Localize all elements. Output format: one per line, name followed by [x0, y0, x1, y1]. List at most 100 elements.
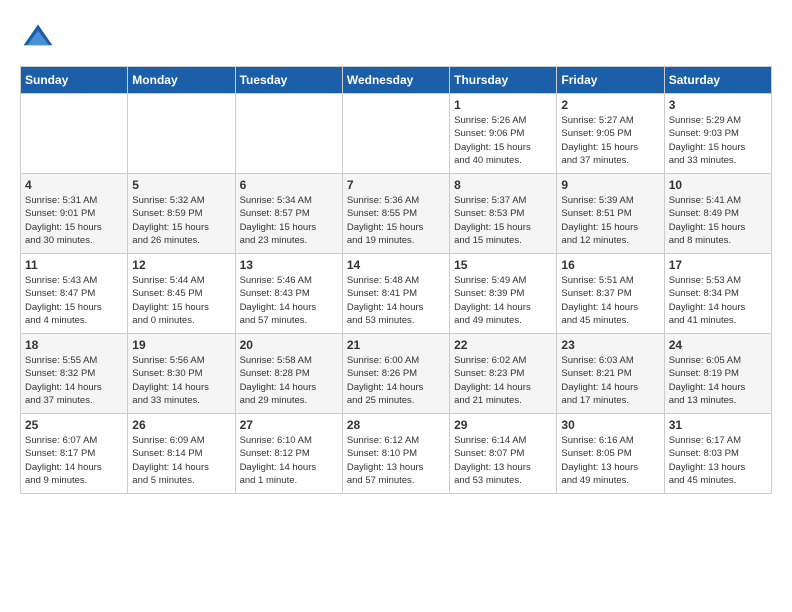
day-number: 6 — [240, 178, 338, 192]
day-info: Sunrise: 5:43 AMSunset: 8:47 PMDaylight:… — [25, 274, 123, 327]
day-number: 24 — [669, 338, 767, 352]
day-number: 12 — [132, 258, 230, 272]
calendar-cell: 15 Sunrise: 5:49 AMSunset: 8:39 PMDayligh… — [450, 254, 557, 334]
day-info: Sunrise: 5:48 AMSunset: 8:41 PMDaylight:… — [347, 274, 445, 327]
day-info: Sunrise: 5:56 AMSunset: 8:30 PMDaylight:… — [132, 354, 230, 407]
calendar-cell — [21, 94, 128, 174]
day-number: 16 — [561, 258, 659, 272]
calendar-cell: 5 Sunrise: 5:32 AMSunset: 8:59 PMDaylight… — [128, 174, 235, 254]
day-info: Sunrise: 5:58 AMSunset: 8:28 PMDaylight:… — [240, 354, 338, 407]
day-info: Sunrise: 6:16 AMSunset: 8:05 PMDaylight:… — [561, 434, 659, 487]
day-number: 21 — [347, 338, 445, 352]
calendar-cell: 29 Sunrise: 6:14 AMSunset: 8:07 PMDayligh… — [450, 414, 557, 494]
day-number: 30 — [561, 418, 659, 432]
calendar-header-row: SundayMondayTuesdayWednesdayThursdayFrid… — [21, 67, 772, 94]
calendar-cell: 28Sunrise: 6:12 AMSunset: 8:10 PMDayligh… — [342, 414, 449, 494]
calendar-cell: 24 Sunrise: 6:05 AMSunset: 8:19 PMDayligh… — [664, 334, 771, 414]
day-number: 8 — [454, 178, 552, 192]
day-number: 5 — [132, 178, 230, 192]
header-thursday: Thursday — [450, 67, 557, 94]
header-sunday: Sunday — [21, 67, 128, 94]
calendar-cell: 2 Sunrise: 5:27 AMSunset: 9:05 PMDaylight… — [557, 94, 664, 174]
day-info: Sunrise: 6:03 AMSunset: 8:21 PMDaylight:… — [561, 354, 659, 407]
day-number: 20 — [240, 338, 338, 352]
day-info: Sunrise: 6:00 AMSunset: 8:26 PMDaylight:… — [347, 354, 445, 407]
day-info: Sunrise: 5:34 AMSunset: 8:57 PMDaylight:… — [240, 194, 338, 247]
day-info: Sunrise: 6:10 AMSunset: 8:12 PMDaylight:… — [240, 434, 338, 487]
day-number: 7 — [347, 178, 445, 192]
calendar-cell: 22 Sunrise: 6:02 AMSunset: 8:23 PMDayligh… — [450, 334, 557, 414]
day-number: 18 — [25, 338, 123, 352]
calendar-cell — [235, 94, 342, 174]
calendar-cell: 16 Sunrise: 5:51 AMSunset: 8:37 PMDayligh… — [557, 254, 664, 334]
calendar-cell: 13Sunrise: 5:46 AMSunset: 8:43 PMDayligh… — [235, 254, 342, 334]
day-info: Sunrise: 5:27 AMSunset: 9:05 PMDaylight:… — [561, 114, 659, 167]
header-tuesday: Tuesday — [235, 67, 342, 94]
calendar-cell: 14 Sunrise: 5:48 AMSunset: 8:41 PMDayligh… — [342, 254, 449, 334]
day-info: Sunrise: 5:36 AMSunset: 8:55 PMDaylight:… — [347, 194, 445, 247]
page-header — [20, 20, 772, 56]
calendar-table: SundayMondayTuesdayWednesdayThursdayFrid… — [20, 66, 772, 494]
calendar-cell: 18 Sunrise: 5:55 AMSunset: 8:32 PMDayligh… — [21, 334, 128, 414]
day-number: 22 — [454, 338, 552, 352]
day-info: Sunrise: 5:44 AMSunset: 8:45 PMDaylight:… — [132, 274, 230, 327]
day-info: Sunrise: 5:51 AMSunset: 8:37 PMDaylight:… — [561, 274, 659, 327]
logo-icon — [20, 20, 56, 56]
calendar-cell: 1 Sunrise: 5:26 AMSunset: 9:06 PMDaylight… — [450, 94, 557, 174]
day-number: 1 — [454, 98, 552, 112]
day-number: 11 — [25, 258, 123, 272]
day-info: Sunrise: 6:17 AMSunset: 8:03 PMDaylight:… — [669, 434, 767, 487]
day-info: Sunrise: 5:46 AMSunset: 8:43 PMDaylight:… — [240, 274, 338, 327]
day-info: Sunrise: 5:26 AMSunset: 9:06 PMDaylight:… — [454, 114, 552, 167]
calendar-week-1: 1 Sunrise: 5:26 AMSunset: 9:06 PMDaylight… — [21, 94, 772, 174]
day-info: Sunrise: 6:09 AMSunset: 8:14 PMDaylight:… — [132, 434, 230, 487]
day-number: 27 — [240, 418, 338, 432]
day-info: Sunrise: 5:55 AMSunset: 8:32 PMDaylight:… — [25, 354, 123, 407]
calendar-cell: 21 Sunrise: 6:00 AMSunset: 8:26 PMDayligh… — [342, 334, 449, 414]
day-info: Sunrise: 5:31 AMSunset: 9:01 PMDaylight:… — [25, 194, 123, 247]
day-number: 25 — [25, 418, 123, 432]
day-number: 3 — [669, 98, 767, 112]
calendar-week-4: 18 Sunrise: 5:55 AMSunset: 8:32 PMDayligh… — [21, 334, 772, 414]
day-info: Sunrise: 6:07 AMSunset: 8:17 PMDaylight:… — [25, 434, 123, 487]
day-info: Sunrise: 5:41 AMSunset: 8:49 PMDaylight:… — [669, 194, 767, 247]
day-info: Sunrise: 6:14 AMSunset: 8:07 PMDaylight:… — [454, 434, 552, 487]
calendar-cell: 9 Sunrise: 5:39 AMSunset: 8:51 PMDaylight… — [557, 174, 664, 254]
header-saturday: Saturday — [664, 67, 771, 94]
calendar-week-5: 25 Sunrise: 6:07 AMSunset: 8:17 PMDayligh… — [21, 414, 772, 494]
calendar-cell — [342, 94, 449, 174]
day-number: 14 — [347, 258, 445, 272]
calendar-cell: 7 Sunrise: 5:36 AMSunset: 8:55 PMDaylight… — [342, 174, 449, 254]
calendar-cell: 25 Sunrise: 6:07 AMSunset: 8:17 PMDayligh… — [21, 414, 128, 494]
calendar-cell: 31 Sunrise: 6:17 AMSunset: 8:03 PMDayligh… — [664, 414, 771, 494]
logo — [20, 20, 62, 56]
day-info: Sunrise: 5:32 AMSunset: 8:59 PMDaylight:… — [132, 194, 230, 247]
calendar-cell: 12 Sunrise: 5:44 AMSunset: 8:45 PMDayligh… — [128, 254, 235, 334]
calendar-cell: 20 Sunrise: 5:58 AMSunset: 8:28 PMDayligh… — [235, 334, 342, 414]
day-number: 26 — [132, 418, 230, 432]
calendar-cell: 27 Sunrise: 6:10 AMSunset: 8:12 PMDayligh… — [235, 414, 342, 494]
calendar-cell: 23 Sunrise: 6:03 AMSunset: 8:21 PMDayligh… — [557, 334, 664, 414]
day-info: Sunrise: 6:12 AMSunset: 8:10 PMDaylight:… — [347, 434, 445, 487]
header-wednesday: Wednesday — [342, 67, 449, 94]
day-number: 23 — [561, 338, 659, 352]
day-info: Sunrise: 5:49 AMSunset: 8:39 PMDaylight:… — [454, 274, 552, 327]
day-number: 4 — [25, 178, 123, 192]
day-info: Sunrise: 6:02 AMSunset: 8:23 PMDaylight:… — [454, 354, 552, 407]
calendar-cell: 17Sunrise: 5:53 AMSunset: 8:34 PMDayligh… — [664, 254, 771, 334]
day-number: 31 — [669, 418, 767, 432]
calendar-cell: 8 Sunrise: 5:37 AMSunset: 8:53 PMDaylight… — [450, 174, 557, 254]
day-info: Sunrise: 6:05 AMSunset: 8:19 PMDaylight:… — [669, 354, 767, 407]
header-friday: Friday — [557, 67, 664, 94]
day-number: 15 — [454, 258, 552, 272]
day-number: 9 — [561, 178, 659, 192]
calendar-cell: 4 Sunrise: 5:31 AMSunset: 9:01 PMDaylight… — [21, 174, 128, 254]
calendar-week-3: 11 Sunrise: 5:43 AMSunset: 8:47 PMDayligh… — [21, 254, 772, 334]
day-number: 29 — [454, 418, 552, 432]
day-number: 10 — [669, 178, 767, 192]
day-info: Sunrise: 5:37 AMSunset: 8:53 PMDaylight:… — [454, 194, 552, 247]
day-info: Sunrise: 5:39 AMSunset: 8:51 PMDaylight:… — [561, 194, 659, 247]
day-info: Sunrise: 5:29 AMSunset: 9:03 PMDaylight:… — [669, 114, 767, 167]
day-number: 2 — [561, 98, 659, 112]
calendar-cell: 19Sunrise: 5:56 AMSunset: 8:30 PMDayligh… — [128, 334, 235, 414]
